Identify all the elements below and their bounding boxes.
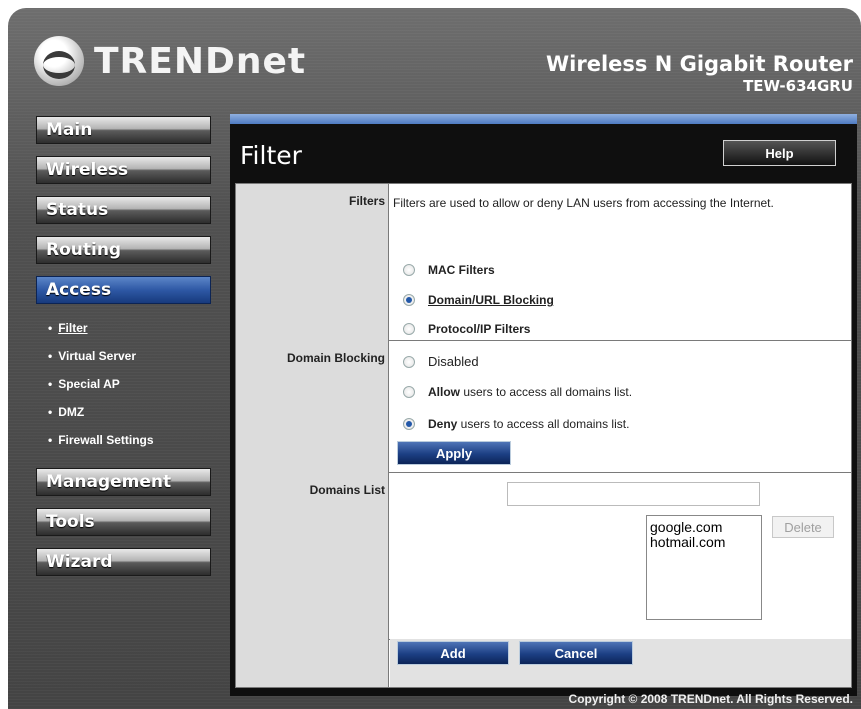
deny-keyword: Deny [428, 417, 458, 431]
sub-item-label: Virtual Server [58, 349, 137, 363]
bullet-icon: • [48, 433, 53, 447]
panel-top-bar [230, 114, 857, 124]
router-frame: TRENDnet Wireless N Gigabit Router TEW-6… [8, 8, 861, 709]
nav-status[interactable]: Status [36, 196, 211, 224]
bullet-icon: • [48, 321, 53, 335]
allow-radio[interactable] [403, 386, 415, 398]
bullet-icon: • [48, 405, 53, 419]
actions-label-cell [236, 639, 389, 687]
sub-item-virtual-server[interactable]: • Virtual Server [36, 342, 211, 370]
protocol-ip-filters-radio[interactable] [403, 323, 415, 335]
product-name: Wireless N Gigabit Router [545, 52, 853, 76]
sub-item-firewall-settings[interactable]: • Firewall Settings [36, 426, 211, 454]
filters-label: Filters [236, 184, 389, 340]
delete-button[interactable]: Delete [772, 516, 834, 538]
option-protocol-ip-filters[interactable]: Protocol/IP Filters [403, 322, 530, 336]
apply-button[interactable]: Apply [397, 441, 511, 465]
deny-radio[interactable] [403, 418, 415, 430]
add-button[interactable]: Add [397, 641, 509, 665]
domain-url-blocking-radio[interactable] [403, 294, 415, 306]
deny-description: users to access all domains list. [457, 417, 630, 431]
option-allow[interactable]: Allow users to access all domains list. [403, 385, 632, 399]
sub-item-label: Filter [58, 321, 88, 335]
bullet-icon: • [48, 349, 53, 363]
domain-input[interactable] [507, 482, 760, 506]
domains-list-label: Domains List [236, 472, 389, 639]
disabled-radio[interactable] [403, 355, 415, 368]
mac-filters-radio[interactable] [403, 264, 415, 276]
trendnet-logo-icon [34, 36, 84, 86]
nav-access[interactable]: Access [36, 276, 211, 304]
option-deny[interactable]: Deny users to access all domains list. [403, 417, 629, 431]
domain-blocking-row: Domain Blocking Disabled Allow users to … [236, 340, 851, 473]
domain-url-blocking-label: Domain/URL Blocking [428, 293, 554, 307]
domains-list-row: Domains List google.com hotmail.com Dele… [236, 472, 851, 640]
filters-value: Filters are used to allow or deny LAN us… [390, 184, 851, 340]
filters-row: Filters Filters are used to allow or den… [236, 184, 851, 341]
access-submenu: • Filter • Virtual Server • Special AP • DMZ… [36, 310, 211, 456]
brand-name: TRENDnet [94, 40, 307, 82]
page-title: Filter [240, 141, 302, 170]
actions-value: Add Cancel [390, 639, 851, 687]
main-panel: Filter Help Filters Filters are used to … [230, 114, 857, 696]
cancel-button[interactable]: Cancel [519, 641, 633, 665]
nav-routing[interactable]: Routing [36, 236, 211, 264]
list-item[interactable]: hotmail.com [650, 535, 761, 550]
allow-description: users to access all domains list. [460, 385, 633, 399]
option-domain-url-blocking[interactable]: Domain/URL Blocking [403, 293, 554, 307]
option-mac-filters[interactable]: MAC Filters [403, 263, 495, 277]
sub-item-label: Special AP [58, 377, 120, 391]
sub-item-special-ap[interactable]: • Special AP [36, 370, 211, 398]
option-disabled[interactable]: Disabled [403, 354, 479, 369]
sub-item-label: DMZ [58, 405, 85, 419]
nav-tools[interactable]: Tools [36, 508, 211, 536]
filters-description: Filters are used to allow or deny LAN us… [393, 196, 774, 210]
product-info: Wireless N Gigabit Router TEW-634GRU [546, 52, 853, 95]
domains-listbox[interactable]: google.com hotmail.com [646, 515, 762, 620]
domain-blocking-value: Disabled Allow users to access all domai… [390, 340, 851, 472]
actions-row: Add Cancel [236, 639, 851, 687]
mac-filters-label: MAC Filters [428, 263, 495, 277]
sidebar-nav: Main Wireless Status Routing Access • Fil… [36, 116, 211, 588]
filter-form: Filters Filters are used to allow or den… [235, 183, 852, 688]
sub-item-dmz[interactable]: • DMZ [36, 398, 211, 426]
domain-blocking-label: Domain Blocking [236, 340, 389, 472]
list-item[interactable]: google.com [650, 520, 761, 535]
protocol-ip-filters-label: Protocol/IP Filters [428, 322, 531, 336]
brand-logo: TRENDnet [34, 36, 306, 86]
nav-management[interactable]: Management [36, 468, 211, 496]
nav-wireless[interactable]: Wireless [36, 156, 211, 184]
model-number: TEW-634GRU [743, 77, 853, 95]
sub-item-label: Firewall Settings [58, 433, 154, 447]
nav-main[interactable]: Main [36, 116, 211, 144]
sub-item-filter[interactable]: • Filter [36, 314, 211, 342]
help-button[interactable]: Help [723, 140, 836, 166]
nav-wizard[interactable]: Wizard [36, 548, 211, 576]
disabled-label: Disabled [428, 354, 479, 369]
domains-list-value: google.com hotmail.com Delete [390, 472, 851, 639]
allow-keyword: Allow [428, 385, 460, 399]
copyright-footer: Copyright © 2008 TRENDnet. All Rights Re… [568, 692, 853, 706]
bullet-icon: • [48, 377, 53, 391]
